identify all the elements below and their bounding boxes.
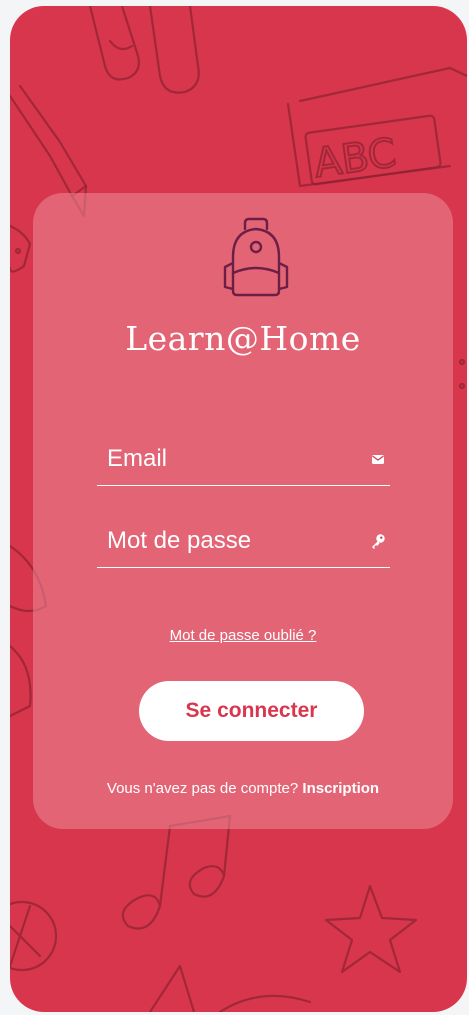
star-doodle: [324, 884, 418, 974]
password-field: [97, 517, 390, 568]
dot-doodle: [458, 358, 466, 366]
app-title: Learn@Home: [125, 319, 361, 358]
arrow-doodle: [148, 964, 196, 1012]
ball-seam: [10, 904, 42, 968]
finger-doodle-2: [148, 6, 200, 94]
login-card: Learn@Home Mot de passe oublié ? Se: [33, 193, 453, 829]
finger-doodle: [88, 6, 140, 81]
email-field: [97, 435, 390, 486]
forgot-password-link[interactable]: Mot de passe oublié ?: [33, 627, 453, 644]
finger-doodle-3: [108, 39, 134, 51]
dot-doodle-2: [458, 382, 466, 390]
password-input[interactable]: [107, 521, 347, 561]
signup-link[interactable]: Inscription: [302, 780, 379, 797]
wave-doodle: [218, 994, 312, 1012]
abc-doodle-text: ABC: [311, 130, 399, 187]
pencil-doodle: [10, 84, 88, 198]
creature-eye: [14, 247, 22, 255]
envelope-icon: [370, 451, 386, 467]
app-screen: ABC Learn@Home Email Mot de passe oublié…: [10, 6, 467, 1012]
backpack-icon: [219, 217, 293, 297]
email-input[interactable]: [107, 439, 347, 479]
music-note-doodle: [121, 824, 172, 930]
login-button[interactable]: Se connecter: [139, 681, 364, 741]
signup-row: Vous n'avez pas de compte? Inscription: [33, 780, 453, 797]
key-icon: [370, 533, 386, 549]
ball-doodle: [10, 900, 58, 972]
signup-prompt: Vous n'avez pas de compte?: [106, 780, 303, 797]
hand-doodle: [10, 644, 32, 718]
